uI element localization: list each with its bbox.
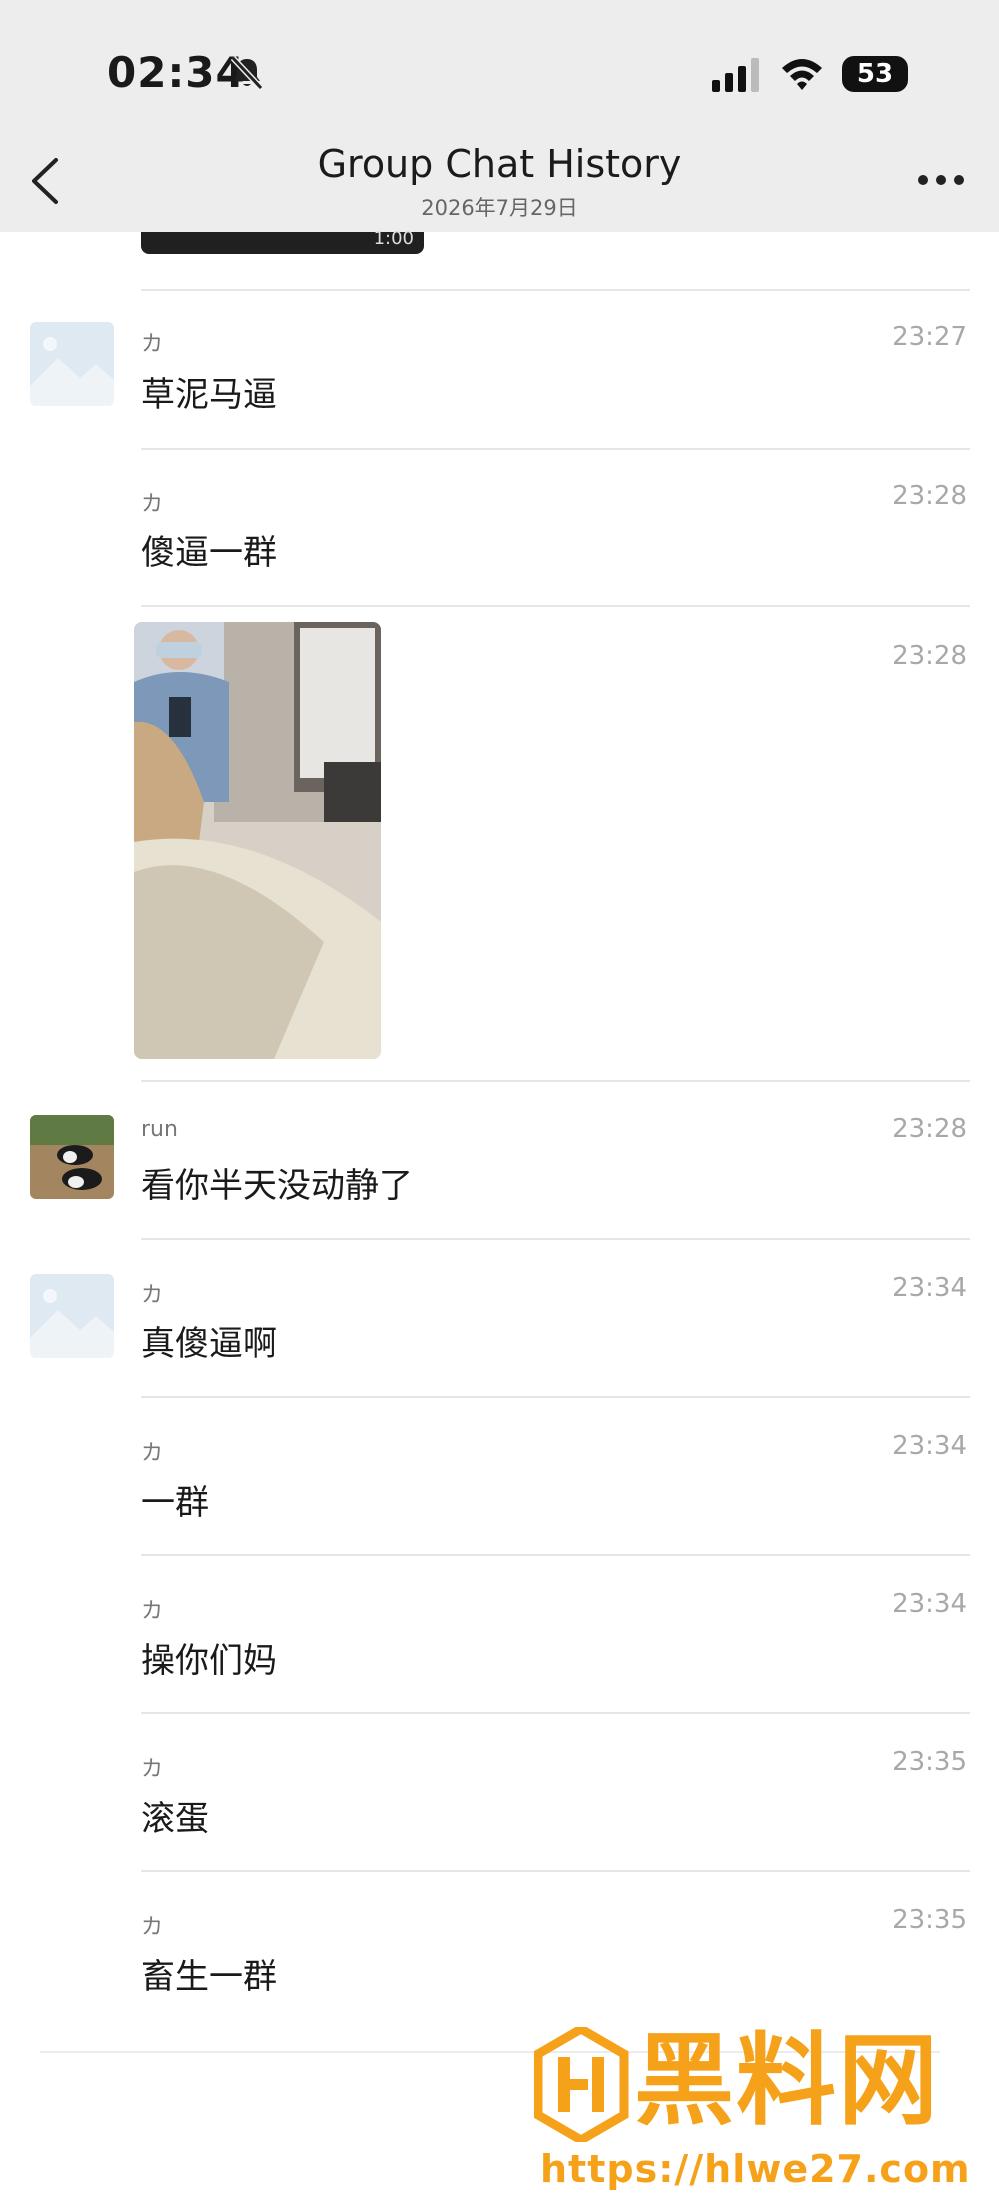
avatar-placeholder[interactable] [30, 1274, 114, 1358]
divider [141, 1870, 970, 1872]
message-time: 23:35 [892, 1905, 967, 1935]
divider [141, 448, 970, 450]
page-title: Group Chat History [317, 142, 682, 186]
bell-slash-icon [230, 55, 264, 91]
sender-name: カ [141, 1915, 164, 1940]
message-time: 23:34 [892, 1273, 967, 1303]
more-dots-icon[interactable] [915, 168, 967, 192]
cat-avatar-icon [30, 1115, 114, 1199]
divider [141, 605, 970, 607]
sender-name: カ [141, 332, 164, 357]
wifi-icon [782, 59, 822, 90]
sender-name: カ [141, 1599, 164, 1624]
divider [141, 1712, 970, 1714]
watermark-url: https://hlwe27.com [540, 2147, 971, 2191]
signal-icon [712, 58, 759, 92]
message-text[interactable]: 看你半天没动静了 [141, 1158, 413, 1207]
message-text[interactable]: 操你们妈 [141, 1633, 277, 1682]
watermark-logo-icon [534, 2027, 629, 2142]
message-photo[interactable] [134, 622, 381, 1059]
watermark-name: 黑料网 [634, 2022, 940, 2139]
image-placeholder-icon [30, 1274, 114, 1358]
photo-image [134, 622, 381, 1059]
message-text[interactable]: 畜生一群 [141, 1949, 277, 1998]
avatar-placeholder[interactable] [30, 322, 114, 406]
page-subtitle: 2026年7月29日 [421, 196, 578, 220]
sender-name: カ [141, 492, 164, 517]
video-thumbnail[interactable]: 1:00 [141, 228, 424, 254]
message-time: 23:34 [892, 1589, 967, 1619]
avatar-run[interactable] [30, 1115, 114, 1199]
divider [141, 1238, 970, 1240]
divider [141, 1396, 970, 1398]
message-text[interactable]: 草泥马逼 [141, 367, 277, 416]
message-time: 23:34 [892, 1431, 967, 1461]
divider [141, 1080, 970, 1082]
message-time: 23:28 [892, 1114, 967, 1144]
message-time: 23:28 [892, 641, 967, 671]
message-text[interactable]: 傻逼一群 [141, 525, 277, 574]
watermark: 黑料网 https://hlwe27.com [534, 2022, 979, 2191]
message-text[interactable]: 真傻逼啊 [141, 1316, 277, 1365]
sender-name: カ [141, 1283, 164, 1308]
divider [141, 1554, 970, 1556]
top-bar: 02:34 53 Group Chat History 2026年7月29日 [0, 0, 999, 232]
message-time: 23:27 [892, 322, 967, 352]
message-time: 23:28 [892, 481, 967, 511]
image-placeholder-icon [30, 322, 114, 406]
message-text[interactable]: 一群 [141, 1475, 209, 1524]
status-time: 02:34 [107, 48, 246, 97]
divider [141, 289, 970, 291]
battery-level: 53 [842, 56, 908, 92]
sender-name: カ [141, 1757, 164, 1782]
sender-name: カ [141, 1441, 164, 1466]
battery-icon: 53 [842, 56, 912, 92]
message-text[interactable]: 滚蛋 [141, 1791, 209, 1840]
video-duration: 1:00 [373, 228, 414, 249]
message-time: 23:35 [892, 1747, 967, 1777]
sender-name: run [141, 1117, 178, 1142]
